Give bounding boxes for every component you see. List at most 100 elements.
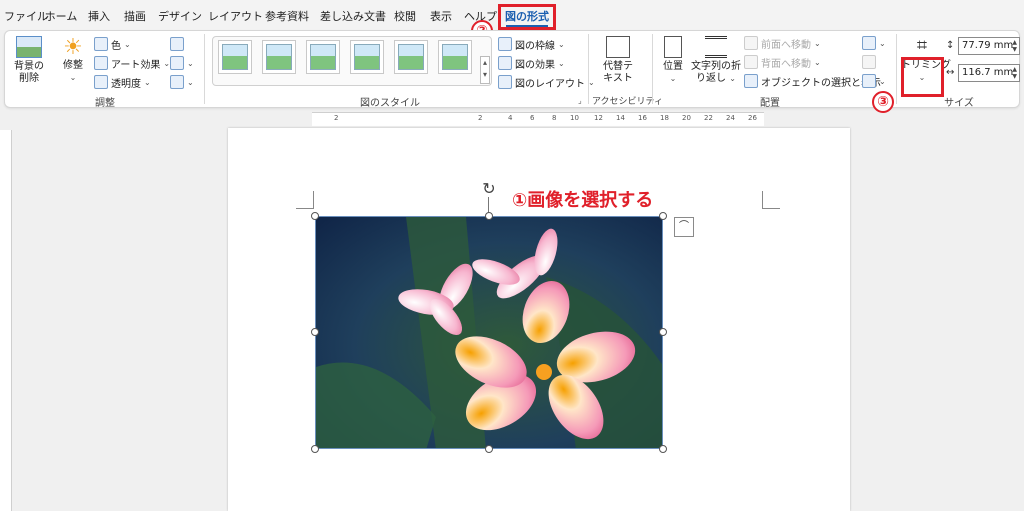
- transparency-icon: [94, 75, 108, 89]
- spinner-icon[interactable]: ▲ ▼: [1012, 39, 1017, 53]
- highlight-picture-format-tab: [498, 4, 556, 30]
- style-thumbnail[interactable]: [394, 40, 428, 74]
- group-objects-button[interactable]: [862, 53, 876, 71]
- width-field[interactable]: 116.7 mm ▲ ▼: [958, 64, 1020, 82]
- group-label-adjust: 調整: [95, 98, 115, 109]
- corrections-button[interactable]: ☀ 修整 ⌄: [58, 36, 88, 84]
- remove-background-label: 背景の 削除: [14, 61, 44, 84]
- artistic-effects-button[interactable]: アート効果 ⌄: [94, 54, 170, 72]
- ruler-tick: 16: [638, 114, 647, 122]
- resize-handle[interactable]: [485, 212, 493, 220]
- resize-handle[interactable]: [659, 328, 667, 336]
- send-backward-button[interactable]: 背面へ移動 ⌄: [744, 53, 821, 71]
- chevron-down-icon: ⌄: [124, 39, 131, 49]
- resize-handle[interactable]: [485, 445, 493, 453]
- align-icon: [862, 36, 876, 50]
- chevron-down-icon: ⌄: [669, 74, 677, 83]
- bring-forward-button[interactable]: 前面へ移動 ⌄: [744, 34, 821, 52]
- style-thumbnail[interactable]: [438, 40, 472, 74]
- chevron-down-icon: ⌄: [558, 58, 565, 68]
- tab-mailings[interactable]: 差し込み文書: [320, 0, 386, 30]
- height-field[interactable]: 77.79 mm ▲ ▼: [958, 37, 1020, 55]
- gallery-scroll-arrows[interactable]: ▴ ▾: [480, 56, 490, 84]
- width-value: 116.7 mm: [962, 67, 1014, 78]
- bring-forward-label: 前面へ移動: [761, 39, 811, 51]
- alt-text-button[interactable]: 代替テ キスト: [598, 36, 638, 85]
- style-thumbnail-preview: [310, 44, 336, 70]
- resize-handle[interactable]: [659, 212, 667, 220]
- ruler-tick: 18: [660, 114, 669, 122]
- vertical-ruler: [0, 130, 12, 511]
- sun-icon: ☀: [63, 35, 83, 60]
- tab-references[interactable]: 参考資料: [264, 0, 310, 30]
- chevron-down-icon: ⌄: [879, 38, 886, 48]
- picture-border-icon: [498, 37, 512, 51]
- group-divider: [652, 34, 653, 104]
- tab-design[interactable]: デザイン: [158, 0, 202, 30]
- layout-options-icon[interactable]: ⌒: [674, 217, 694, 237]
- tab-view[interactable]: 表示: [428, 0, 454, 30]
- style-thumbnail[interactable]: [218, 40, 252, 74]
- step3-badge: ③: [872, 91, 894, 113]
- style-thumbnail-preview: [222, 44, 248, 70]
- spinner-icon[interactable]: ▲ ▼: [1012, 66, 1017, 80]
- tab-insert[interactable]: 挿入: [86, 0, 112, 30]
- position-button[interactable]: 位置 ⌄: [658, 36, 688, 85]
- chevron-down-icon: ⌄: [729, 74, 736, 83]
- style-thumbnail[interactable]: [306, 40, 340, 74]
- style-thumbnail[interactable]: [350, 40, 384, 74]
- tab-review[interactable]: 校閲: [392, 0, 418, 30]
- tab-home[interactable]: ホーム: [44, 0, 78, 30]
- group-label-size: サイズ: [944, 98, 974, 109]
- color-button[interactable]: 色 ⌄: [94, 35, 131, 53]
- ruler-tick: 12: [594, 114, 603, 122]
- style-thumbnail-preview: [266, 44, 292, 70]
- margin-corner-mark: [296, 191, 314, 209]
- picture-layout-button[interactable]: 図のレイアウト ⌄: [498, 73, 595, 91]
- selected-picture[interactable]: [315, 216, 663, 449]
- color-icon: [94, 37, 108, 51]
- tab-layout[interactable]: レイアウト: [208, 0, 263, 30]
- picture-effects-button[interactable]: 図の効果 ⌄: [498, 54, 565, 72]
- wrap-text-icon: [705, 36, 727, 58]
- wrap-text-button[interactable]: 文字列の折 り返し ⌄: [690, 36, 742, 85]
- transparency-label: 透明度: [111, 78, 141, 90]
- send-backward-icon: [744, 55, 758, 69]
- rotate-handle-icon[interactable]: ↻: [480, 180, 498, 198]
- rotate-icon: [862, 74, 876, 88]
- selection-pane-button[interactable]: オブジェクトの選択と表示: [744, 72, 881, 90]
- ruler-tick: 6: [530, 114, 535, 122]
- ruler-tick: 4: [508, 114, 513, 122]
- resize-handle[interactable]: [311, 445, 319, 453]
- reset-picture-icon: [170, 75, 184, 89]
- remove-background-button[interactable]: 背景の 削除: [10, 36, 48, 85]
- group-label-accessibility: アクセシビリティ: [592, 97, 664, 107]
- change-picture-button[interactable]: ⌄: [170, 54, 194, 72]
- transparency-button[interactable]: 透明度 ⌄: [94, 73, 151, 91]
- picture-border-button[interactable]: 図の枠線 ⌄: [498, 35, 565, 53]
- resize-handle[interactable]: [311, 212, 319, 220]
- alt-text-label: 代替テ キスト: [603, 61, 633, 84]
- horizontal-ruler: 2 2 4 6 8 10 12 14 16 18 20 22 24 26: [312, 112, 764, 126]
- style-thumbnail-preview: [354, 44, 380, 70]
- alt-text-icon: [606, 36, 630, 58]
- resize-handle[interactable]: [659, 445, 667, 453]
- resize-handle[interactable]: [311, 328, 319, 336]
- height-icon: ↕: [946, 40, 955, 51]
- compress-pictures-button[interactable]: [170, 35, 184, 53]
- rotate-handle-stem: [488, 197, 489, 213]
- ruler-tick: 2: [478, 114, 483, 122]
- align-button[interactable]: ⌄: [862, 34, 886, 52]
- rotate-button[interactable]: ⌄: [862, 72, 886, 90]
- compress-icon: [170, 37, 184, 51]
- group-label-arrange: 配置: [760, 98, 780, 109]
- dialog-launcher-icon[interactable]: ⌟: [578, 96, 582, 105]
- tab-file[interactable]: ファイル: [4, 0, 48, 30]
- style-thumbnail[interactable]: [262, 40, 296, 74]
- width-icon: ↔: [946, 67, 955, 78]
- position-label: 位置: [663, 61, 683, 72]
- word-window: ファイル ホーム 挿入 描画 デザイン レイアウト 参考資料 差し込み文書 校閲…: [0, 0, 1024, 511]
- position-icon: [664, 36, 682, 58]
- tab-draw[interactable]: 描画: [120, 0, 150, 30]
- reset-picture-button[interactable]: ⌄: [170, 73, 194, 91]
